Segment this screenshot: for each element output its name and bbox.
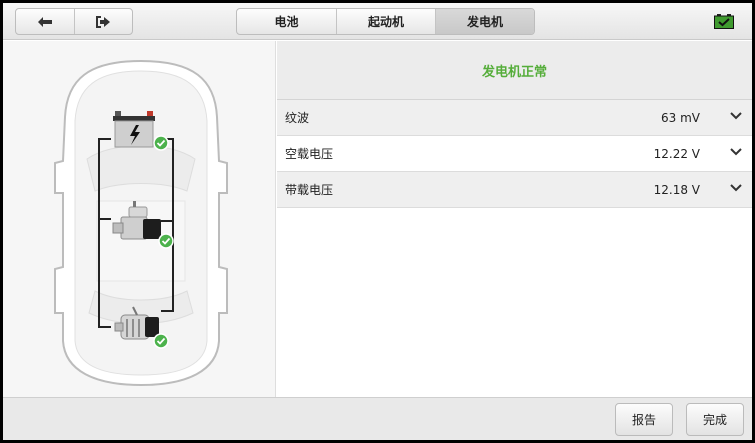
chevron-down-icon[interactable] (730, 112, 742, 120)
result-label: 带载电压 (285, 183, 334, 197)
result-value: 12.22 V (653, 146, 700, 161)
alternator-status-check-icon (153, 333, 169, 349)
exit-icon (96, 15, 111, 28)
result-row-ripple[interactable]: 纹波 63 mV (277, 100, 752, 136)
status-text: 发电机正常 (481, 64, 547, 80)
result-value: 63 mV (661, 110, 700, 125)
app-window: 电池 起动机 发电机 发电机正常 纹波 63 mV 空载电压 12.22 V 带… (0, 0, 755, 443)
report-button[interactable]: 报告 (615, 403, 673, 436)
tab-starter[interactable]: 起动机 (336, 9, 435, 34)
nav-button-group (15, 8, 133, 35)
result-value: 12.18 V (653, 182, 700, 197)
result-label: 纹波 (285, 111, 310, 125)
back-arrow-icon (37, 16, 52, 27)
bottom-toolbar: 报告 完成 (3, 397, 752, 440)
battery-component-icon (113, 111, 155, 148)
tab-alternator[interactable]: 发电机 (435, 9, 534, 34)
battery-status-check-icon (153, 135, 169, 151)
results-list: 纹波 63 mV 空载电压 12.22 V 带载电压 12.18 V (277, 100, 752, 208)
tab-battery[interactable]: 电池 (237, 9, 336, 34)
result-row-no-load-voltage[interactable]: 空载电压 12.22 V (277, 136, 752, 172)
back-button[interactable] (16, 9, 74, 34)
results-panel: 发电机正常 纹波 63 mV 空载电压 12.22 V 带载电压 12.18 V (277, 41, 752, 397)
starter-status-check-icon (158, 233, 174, 249)
result-status-header: 发电机正常 (277, 41, 752, 100)
vehicle-diagram (54, 59, 228, 387)
chevron-down-icon[interactable] (730, 184, 742, 192)
result-row-load-voltage[interactable]: 带载电压 12.18 V (277, 172, 752, 208)
test-tabs: 电池 起动机 发电机 (236, 8, 535, 35)
result-label: 空载电压 (285, 147, 334, 161)
done-button[interactable]: 完成 (686, 403, 744, 436)
chevron-down-icon[interactable] (730, 148, 742, 156)
battery-ok-icon (714, 14, 734, 32)
top-toolbar: 电池 起动机 发电机 (3, 3, 752, 40)
exit-button[interactable] (73, 9, 132, 34)
vehicle-diagram-panel (3, 41, 276, 397)
